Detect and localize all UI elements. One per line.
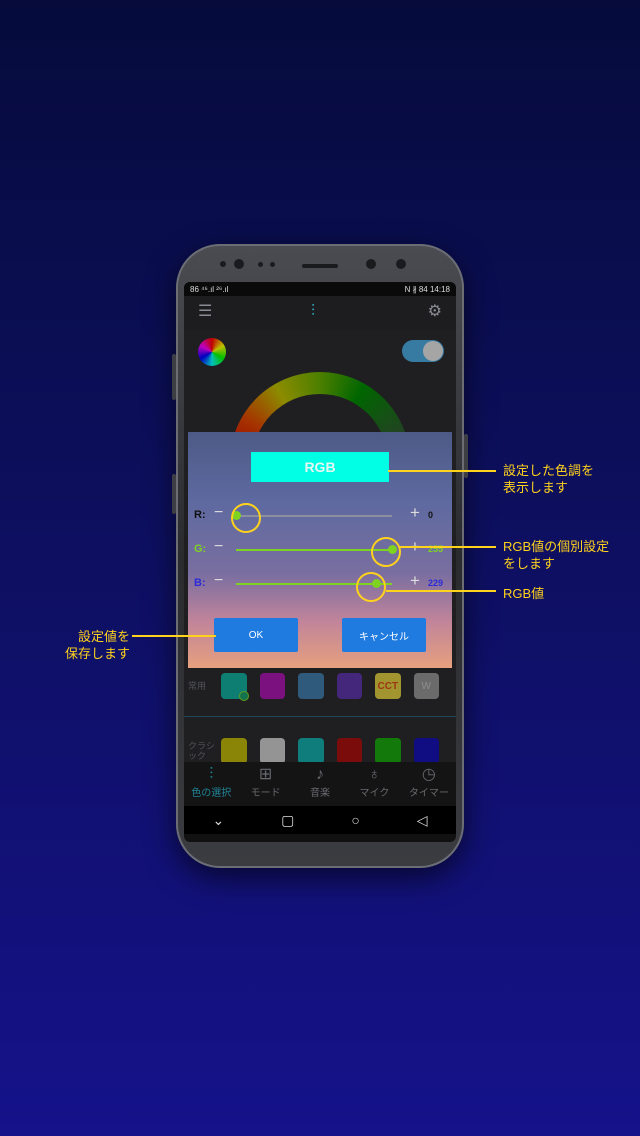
bixby-button	[172, 474, 176, 514]
highlight-ring	[231, 503, 261, 533]
annotation-ok-note: 設定値を 保存します	[64, 629, 130, 661]
menu-list-icon[interactable]: ☰	[198, 304, 212, 320]
ok-button[interactable]: OK	[214, 618, 298, 652]
annotation-title-note: 設定した色調を 表示します	[503, 463, 595, 495]
minus-icon[interactable]: −	[214, 538, 223, 556]
cancel-button[interactable]: キャンセル	[342, 618, 426, 652]
rgb-color-preview: RGB	[251, 452, 389, 482]
annotation-line	[386, 590, 496, 592]
slider-g: G: − + 255	[194, 537, 446, 560]
plus-icon[interactable]: +	[410, 503, 420, 523]
front-camera	[396, 259, 406, 269]
sensor-dot	[258, 262, 263, 267]
earpiece-speaker	[302, 264, 338, 268]
phone-frame: 86 ⁴⁶.ıl ²⁶.ıl N ∦ 84 14:18 ☰ ⫶ ⚙ 常用 CCT…	[172, 244, 468, 868]
sensor-dot	[270, 262, 275, 267]
annotation-value-note: RGB値	[503, 586, 545, 601]
slider-value-b: 229	[428, 578, 444, 588]
rgb-dialog: RGB R: − + 0 G: − + 255 B: −	[188, 432, 452, 668]
annotation-line	[400, 546, 496, 548]
slider-label-r: R:	[194, 509, 206, 521]
highlight-ring	[371, 537, 401, 567]
gear-icon[interactable]: ⚙	[428, 304, 442, 320]
sensor-dot	[220, 261, 226, 267]
annotation-line	[388, 470, 496, 472]
minus-icon[interactable]: −	[214, 504, 223, 522]
home-icon[interactable]: ○	[351, 812, 359, 828]
chevron-down-icon[interactable]: ⌄	[212, 812, 224, 829]
status-left: 86 ⁴⁶.ıl ²⁶.ıl	[190, 284, 229, 294]
recents-icon[interactable]: ▢	[281, 812, 294, 829]
annotation-slider-note: RGB値の個別設定 をします	[503, 539, 610, 571]
app-toolbar: ☰ ⫶ ⚙	[184, 296, 456, 330]
highlight-ring	[356, 572, 386, 602]
status-right: N ∦ 84 14:18	[404, 284, 450, 294]
annotation-line	[132, 635, 216, 637]
volume-button	[172, 354, 176, 400]
minus-icon[interactable]: −	[214, 572, 223, 590]
slider-value-r: 0	[428, 510, 434, 520]
back-icon[interactable]: ◁	[417, 812, 428, 829]
status-bar: 86 ⁴⁶.ıl ²⁶.ıl N ∦ 84 14:18	[184, 282, 456, 296]
camera-lens	[234, 259, 244, 269]
slider-label-b: B:	[194, 577, 206, 589]
sliders-icon[interactable]: ⫶	[311, 304, 315, 320]
system-nav-bar: ⌄ ▢ ○ ◁	[184, 806, 456, 834]
phone-screen: 86 ⁴⁶.ıl ²⁶.ıl N ∦ 84 14:18 ☰ ⫶ ⚙ 常用 CCT…	[184, 282, 456, 842]
plus-icon[interactable]: +	[410, 571, 420, 591]
slider-track-g[interactable]	[236, 549, 392, 551]
iris-scanner	[366, 259, 376, 269]
slider-label-g: G:	[194, 543, 207, 555]
